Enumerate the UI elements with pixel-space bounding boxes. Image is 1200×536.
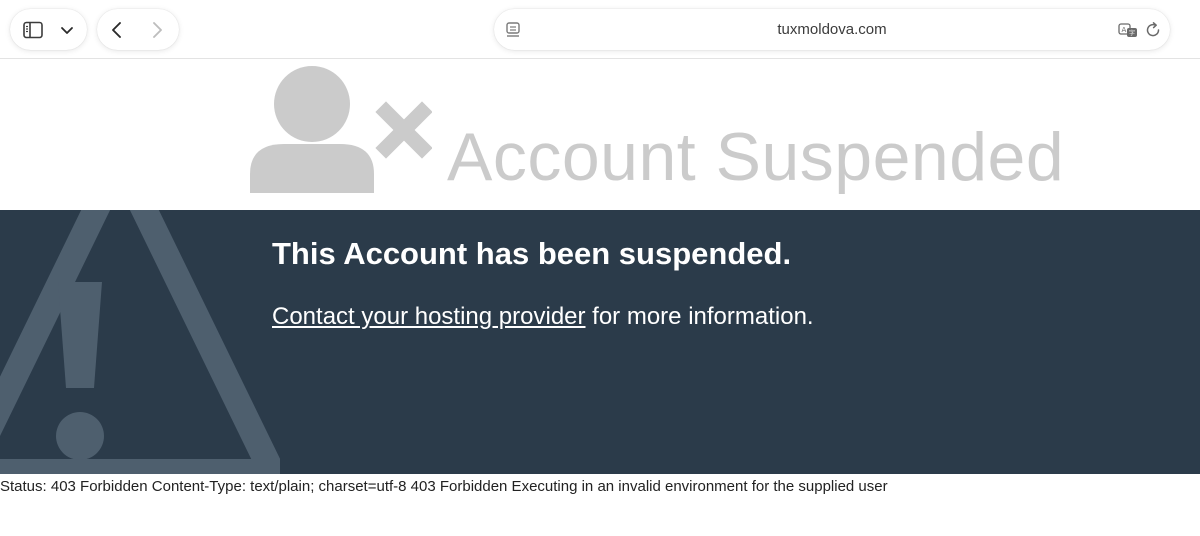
suspension-banner: This Account has been suspended. Contact…	[0, 210, 1200, 474]
warning-triangle-icon	[0, 210, 280, 474]
navigation-group	[97, 9, 179, 50]
contact-provider-link[interactable]: Contact your hosting provider	[272, 303, 586, 330]
forward-arrow-icon[interactable]	[146, 19, 168, 41]
sidebar-toggle-group[interactable]	[10, 9, 87, 50]
back-arrow-icon[interactable]	[106, 19, 128, 41]
contact-message: Contact your hosting provider for more i…	[272, 303, 814, 331]
reload-icon[interactable]	[1142, 19, 1164, 41]
suspension-headline: This Account has been suspended.	[272, 236, 792, 271]
svg-text:字: 字	[1129, 29, 1135, 37]
status-text: Status: 403 Forbidden Content-Type: text…	[0, 478, 888, 495]
browser-toolbar: tuxmoldova.com A 字	[0, 0, 1200, 59]
page-title: Account Suspended	[447, 119, 1065, 195]
contact-suffix: for more information.	[585, 303, 814, 330]
sidebar-icon[interactable]	[22, 19, 44, 41]
address-text[interactable]: tuxmoldova.com	[494, 21, 1170, 38]
svg-text:A: A	[1122, 26, 1127, 34]
translate-icon[interactable]: A 字	[1117, 19, 1139, 41]
address-bar[interactable]: tuxmoldova.com A 字	[494, 9, 1170, 50]
chevron-down-icon[interactable]	[56, 19, 78, 41]
hero-section: Account Suspended	[0, 59, 1200, 210]
user-x-icon	[250, 66, 432, 193]
